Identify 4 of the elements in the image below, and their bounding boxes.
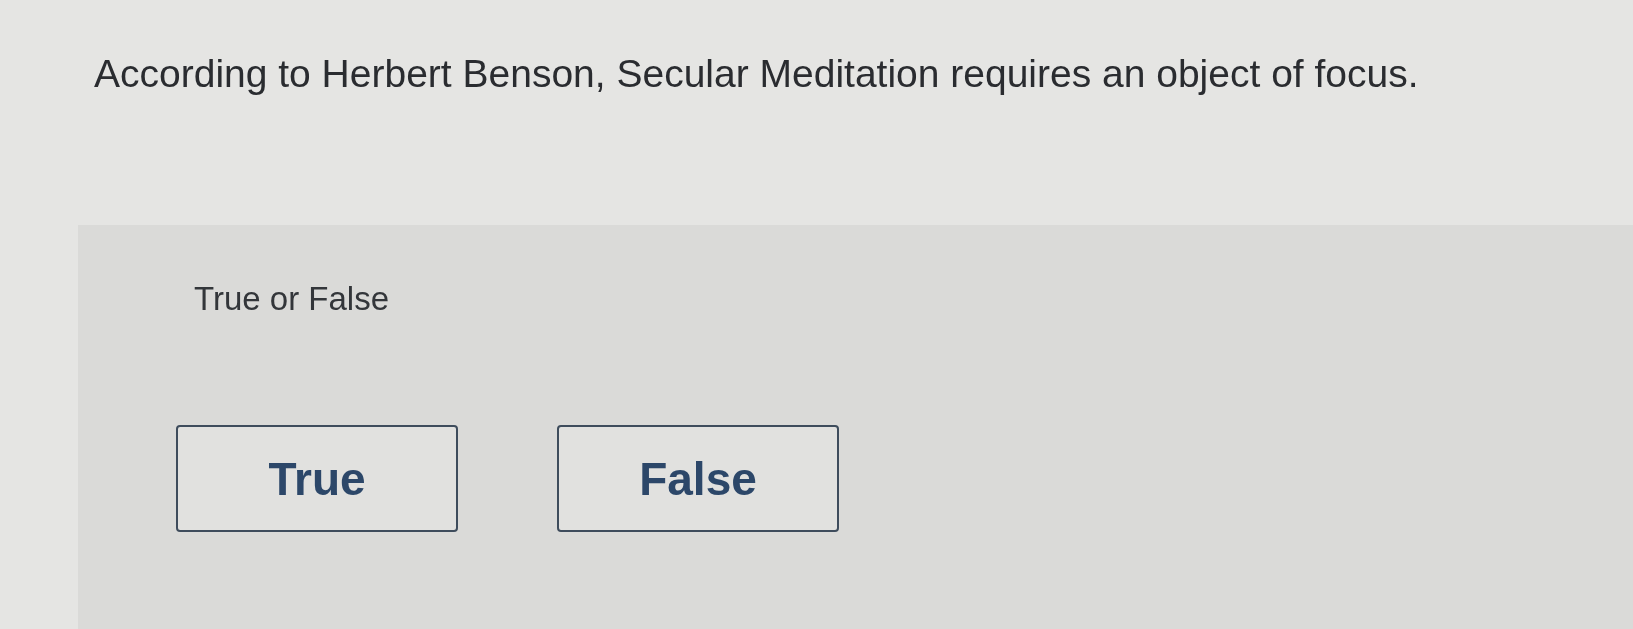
answer-option-button[interactable]: False	[557, 425, 839, 532]
answer-prompt: True or False	[194, 280, 389, 318]
question-text: According to Herbert Benson, Secular Meditation requires an object of focus.	[94, 52, 1419, 96]
answer-option-button[interactable]: True	[176, 425, 458, 532]
